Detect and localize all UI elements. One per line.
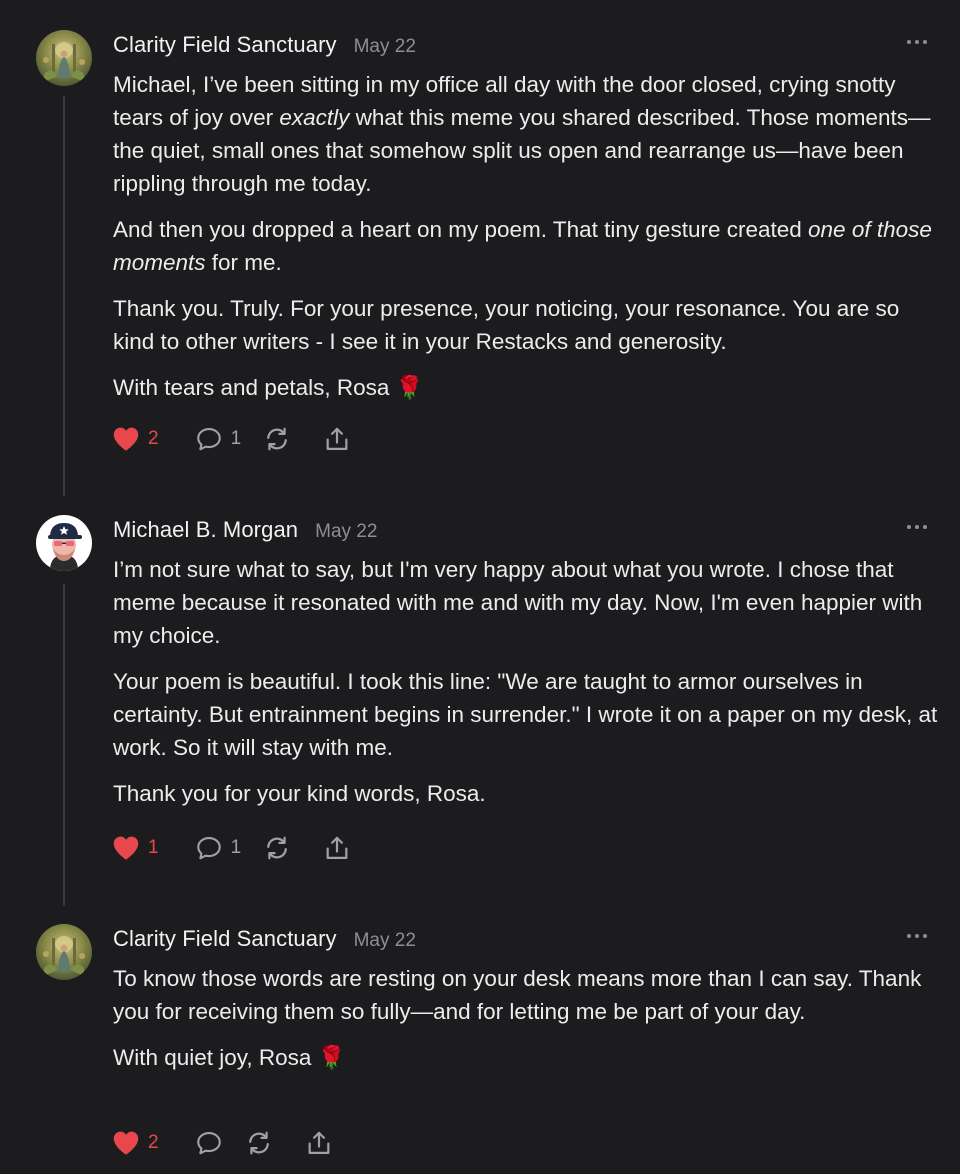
rose-emoji: 🌹: [317, 1045, 346, 1070]
share-icon: [326, 427, 348, 451]
more-options-button[interactable]: [906, 928, 928, 944]
author-name[interactable]: Michael B. Morgan: [113, 517, 298, 543]
share-button[interactable]: [323, 425, 351, 453]
ellipsis-icon: [907, 525, 927, 529]
comment-paragraph: And then you dropped a heart on my poem.…: [113, 217, 932, 275]
comment-actions: 2: [112, 1127, 355, 1159]
comment-paragraph: I’m not sure what to say, but I'm very h…: [113, 557, 923, 648]
reply-button[interactable]: [195, 1129, 223, 1157]
comment-paragraph: Michael, I’ve been sitting in my office …: [113, 72, 931, 196]
comment-actions: 1 1: [112, 832, 373, 864]
comment-icon: [196, 837, 221, 860]
comment-date[interactable]: May 22: [354, 930, 416, 952]
painting-avatar-icon: [36, 924, 92, 980]
reply-button[interactable]: 1: [195, 425, 242, 453]
author-name[interactable]: Clarity Field Sanctuary: [113, 32, 337, 58]
painting-avatar-icon: [36, 30, 92, 86]
author-name[interactable]: Clarity Field Sanctuary: [113, 926, 337, 952]
comment-header: Clarity Field Sanctuary May 22: [113, 926, 416, 954]
ellipsis-icon: [907, 934, 927, 938]
heart-icon: [113, 836, 139, 860]
avatar[interactable]: [36, 30, 92, 86]
comment-body: I’m not sure what to say, but I'm very h…: [113, 553, 939, 823]
comment-actions: 2 1: [112, 423, 373, 455]
comment-icon: [196, 1132, 221, 1155]
comment-paragraph: Thank you. Truly. For your presence, you…: [113, 296, 900, 354]
comment-date[interactable]: May 22: [354, 36, 416, 58]
share-icon: [326, 836, 348, 860]
restack-icon: [267, 427, 288, 451]
reply-count: 1: [230, 837, 242, 858]
like-count: 1: [148, 837, 159, 858]
share-icon: [308, 1131, 330, 1155]
avatar[interactable]: [36, 515, 92, 571]
comment-icon: [196, 428, 221, 451]
comment-date[interactable]: May 22: [315, 521, 377, 543]
rose-emoji: 🌹: [395, 375, 424, 400]
comment-paragraph: With quiet joy, Rosa 🌹: [113, 1045, 346, 1070]
heart-icon: [113, 427, 139, 451]
thread-line: [63, 584, 65, 906]
restack-button[interactable]: [263, 425, 291, 453]
more-options-button[interactable]: [906, 34, 928, 50]
heart-icon: [113, 1131, 139, 1155]
like-button[interactable]: 2: [112, 1130, 159, 1156]
cartoon-man-cap-avatar-icon: [36, 515, 92, 571]
like-count: 2: [148, 1132, 159, 1153]
comment-paragraph: Your poem is beautiful. I took this line…: [113, 669, 938, 760]
thread-line: [63, 96, 65, 496]
comment-body: To know those words are resting on your …: [113, 962, 939, 1087]
comment-header: Michael B. Morgan May 22: [113, 517, 377, 545]
comment-paragraph: Thank you for your kind words, Rosa.: [113, 781, 486, 806]
share-button[interactable]: [323, 834, 351, 862]
comment-body: Michael, I’ve been sitting in my office …: [113, 68, 939, 417]
comment-paragraph: With tears and petals, Rosa 🌹: [113, 375, 424, 400]
more-options-button[interactable]: [906, 519, 928, 535]
like-count: 2: [148, 428, 159, 449]
like-button[interactable]: 2: [112, 426, 159, 452]
comment-header: Clarity Field Sanctuary May 22: [113, 32, 416, 60]
reply-button[interactable]: 1: [195, 834, 242, 862]
restack-icon: [267, 836, 288, 860]
reply-count: 1: [230, 428, 242, 449]
like-button[interactable]: 1: [112, 835, 159, 861]
avatar[interactable]: [36, 924, 92, 980]
restack-button[interactable]: [245, 1129, 273, 1157]
restack-icon: [248, 1131, 269, 1155]
share-button[interactable]: [305, 1129, 333, 1157]
restack-button[interactable]: [263, 834, 291, 862]
ellipsis-icon: [907, 40, 927, 44]
comment-paragraph: To know those words are resting on your …: [113, 966, 922, 1024]
